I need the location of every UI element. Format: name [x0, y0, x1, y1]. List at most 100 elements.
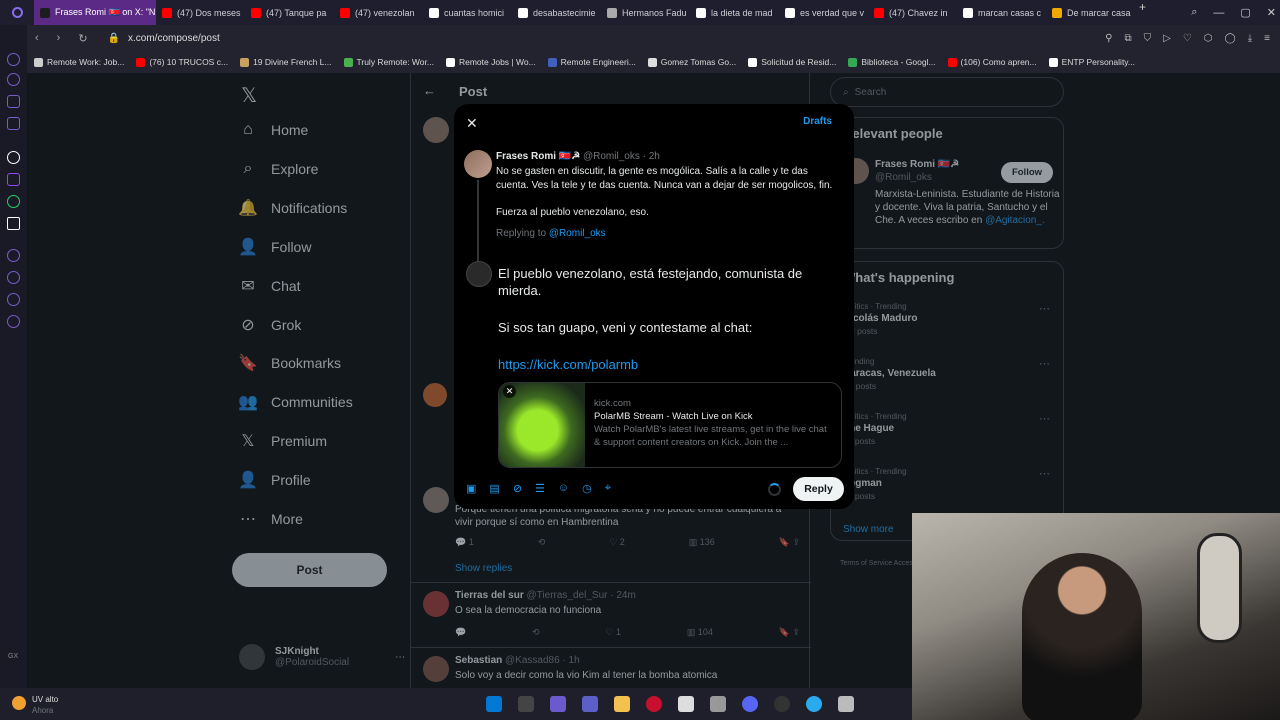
bookmark-label: 19 Divine French L...	[253, 57, 332, 67]
workspace-icon[interactable]	[7, 95, 20, 108]
file-explorer-icon[interactable]	[614, 696, 630, 712]
search-tabs-icon[interactable]: ⌕	[1191, 6, 1197, 19]
tab-favicon-icon	[340, 7, 350, 18]
bookmarks-bar: Remote Work: Job... (76) 10 TRUCOS c... 19…	[0, 51, 1280, 73]
location-icon[interactable]: ⌖	[605, 482, 611, 495]
reload-icon[interactable]: ↻	[78, 32, 87, 45]
opera-taskbar-icon[interactable]	[646, 696, 662, 712]
weather-widget[interactable]: UV alto Ahora	[12, 694, 58, 716]
bookmark-favicon-icon	[136, 57, 146, 67]
browser-tab[interactable]: la dieta de mad	[690, 0, 779, 25]
extensions-icon[interactable]: ⬡	[1204, 33, 1213, 44]
link-preview-card[interactable]: ✕ kick.com PolarMB Stream - Watch Live o…	[498, 382, 842, 468]
forward-icon[interactable]: ›	[57, 32, 61, 45]
url-text[interactable]: x.com/compose/post	[128, 33, 220, 44]
browser-tab[interactable]: (47) Tanque pa	[245, 0, 334, 25]
browser-tab[interactable]: marcan casas c	[957, 0, 1046, 25]
history-icon[interactable]	[7, 249, 20, 262]
discord-icon[interactable]	[742, 696, 758, 712]
close-icon[interactable]: ✕	[466, 115, 478, 132]
replying-handle-link[interactable]: @Romil_oks	[549, 228, 606, 239]
grok-icon[interactable]: ⊘	[513, 482, 522, 495]
app-icon[interactable]	[710, 696, 726, 712]
bookmark-item[interactable]: Biblioteca - Googl...	[848, 57, 936, 67]
avatar[interactable]	[464, 150, 492, 178]
task-view-icon[interactable]	[518, 696, 534, 712]
browser-tab[interactable]: De marcar casa	[1046, 0, 1135, 25]
pin-icon[interactable]: ⚲	[1105, 33, 1112, 44]
bookmark-item[interactable]: Gomez Tomas Go...	[647, 57, 736, 67]
browser-tab[interactable]: desabastecimie	[512, 0, 601, 25]
bookmark-item[interactable]: Remote Engineeri...	[547, 57, 636, 67]
bookmark-item[interactable]: Truly Remote: Wor...	[343, 57, 434, 67]
mail-app-icon[interactable]	[7, 117, 20, 130]
obs-icon[interactable]	[774, 696, 790, 712]
reply-button[interactable]: Reply	[793, 477, 844, 501]
bookmark-item[interactable]: (106) Como apren...	[947, 57, 1037, 67]
back-icon[interactable]: ‹	[35, 32, 39, 45]
remove-card-icon[interactable]: ✕	[503, 385, 516, 398]
poll-icon[interactable]: ☰	[535, 482, 545, 495]
media-icon[interactable]: ▣	[466, 482, 476, 495]
gif-icon[interactable]: ▤	[489, 482, 499, 495]
site-info-icon[interactable]: 🔒	[108, 33, 120, 44]
ai-icon[interactable]	[7, 151, 20, 164]
tab-label: Frases Romi 🇰🇵 on X: "N	[55, 7, 156, 17]
snapshot-icon[interactable]: ⧉	[1124, 33, 1131, 44]
play-icon[interactable]: ▷	[1163, 33, 1171, 44]
bookmark-item[interactable]: Remote Jobs | Wo...	[445, 57, 536, 67]
tab-label: (47) venezolan	[355, 7, 415, 18]
browser-tab[interactable]: (47) venezolan	[334, 0, 423, 25]
drafts-button[interactable]: Drafts	[803, 116, 832, 127]
schedule-icon[interactable]: ◷	[582, 482, 592, 495]
maximize-icon[interactable]: ▢	[1240, 6, 1250, 19]
browser-tab[interactable]: es verdad que v	[779, 0, 868, 25]
windows-start-icon[interactable]	[486, 696, 502, 712]
browser-tab[interactable]: Hermanos Fadu	[601, 0, 690, 25]
bookmark-label: Truly Remote: Wor...	[356, 57, 434, 67]
download-icon[interactable]: ⤓	[1248, 33, 1252, 44]
original-author[interactable]: Frases Romi 🇰🇵☭	[496, 151, 580, 162]
copilot-icon[interactable]	[550, 696, 566, 712]
browser-tab[interactable]: Frases Romi 🇰🇵 on X: "N	[34, 0, 156, 25]
profile-icon[interactable]: ◯	[1225, 33, 1236, 44]
whatsapp-icon[interactable]	[7, 195, 20, 208]
bookmark-favicon-icon	[240, 57, 250, 67]
compose-textarea[interactable]: El pueblo venezolano, está festejando, c…	[498, 265, 838, 393]
bookmark-item[interactable]: 19 Divine French L...	[240, 57, 332, 67]
telegram-icon[interactable]	[806, 696, 822, 712]
shield-icon[interactable]: ⛉	[1144, 33, 1152, 44]
tab-label: marcan casas c	[978, 7, 1042, 18]
tab-label: la dieta de mad	[711, 7, 773, 18]
menu-icon[interactable]: ≡	[1264, 33, 1270, 44]
opera-logo-icon[interactable]	[0, 7, 34, 18]
compose-link: https://kick.com/polarmb	[498, 357, 639, 372]
teams-icon[interactable]	[582, 696, 598, 712]
gx-icon[interactable]: GX	[8, 653, 18, 660]
new-tab-icon[interactable]: +	[1139, 0, 1146, 25]
messenger-icon[interactable]	[7, 53, 20, 66]
bookmark-item[interactable]: Remote Work: Job...	[34, 57, 124, 67]
calculator-icon[interactable]	[838, 696, 854, 712]
minimize-icon[interactable]: —	[1213, 7, 1224, 19]
card-title: PolarMB Stream - Watch Live on Kick	[594, 411, 753, 422]
browser-tab[interactable]: (47) Dos meses	[156, 0, 245, 25]
browser-tab[interactable]: (47) Chavez in	[868, 0, 957, 25]
emoji-icon[interactable]: ☺	[558, 482, 569, 495]
tab-label: (47) Dos meses	[177, 7, 241, 18]
downloads-panel-icon[interactable]	[7, 293, 20, 306]
bookmark-item[interactable]: (76) 10 TRUCOS c...	[136, 57, 228, 67]
twitch-icon[interactable]	[7, 173, 20, 186]
settings-icon[interactable]	[7, 315, 20, 328]
original-handle[interactable]: @Romil_oks · 2h	[583, 151, 660, 162]
player-icon[interactable]	[7, 73, 20, 86]
heart-icon[interactable]: ♡	[1183, 33, 1192, 44]
browser-tab[interactable]: cuantas homici	[423, 0, 512, 25]
bookmark-favicon-icon	[34, 57, 43, 67]
notepad-icon[interactable]	[678, 696, 694, 712]
bookmark-item[interactable]: Solicitud de Resid...	[748, 57, 836, 67]
bookmark-item[interactable]: ENTP Personality...	[1048, 57, 1135, 67]
close-window-icon[interactable]: ✕	[1267, 6, 1276, 19]
clock-icon[interactable]	[7, 271, 20, 284]
x-app-icon[interactable]	[7, 217, 20, 230]
